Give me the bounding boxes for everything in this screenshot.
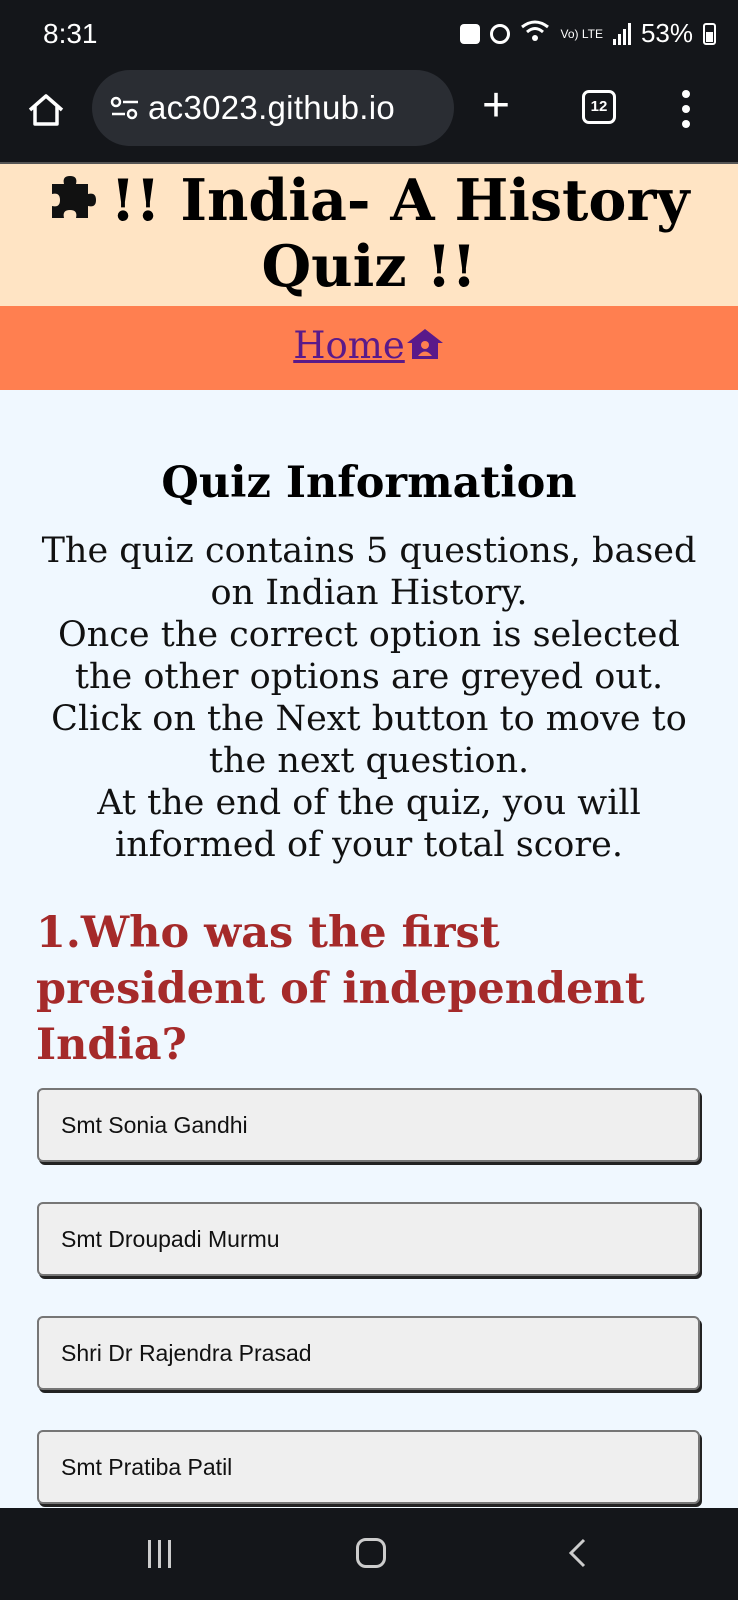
option-button[interactable]: Shri Dr Rajendra Prasad xyxy=(37,1316,700,1390)
status-icons: Vo) LTE 53% xyxy=(460,18,716,49)
nav-bar: Home xyxy=(0,306,738,390)
system-nav-bar xyxy=(0,1508,738,1600)
house-user-icon[interactable] xyxy=(405,327,445,361)
battery-percent: 53% xyxy=(640,18,693,48)
quiz-info-text: The quiz contains 5 questions, based on … xyxy=(30,530,708,866)
option-button[interactable]: Smt Sonia Gandhi xyxy=(37,1088,700,1162)
signal-icon xyxy=(612,22,631,45)
puzzle-icon xyxy=(52,176,97,218)
home-link-label[interactable]: Home xyxy=(293,324,405,367)
address-bar[interactable]: ac3023.github.io xyxy=(92,70,454,146)
quiz-info-title: Quiz Information xyxy=(161,458,577,508)
status-time: 8:31 xyxy=(43,18,98,49)
info-line: Once the correct option is selected the … xyxy=(58,615,680,697)
more-menu-icon[interactable] xyxy=(682,90,690,128)
back-icon[interactable] xyxy=(568,1538,586,1568)
page-title-text: !! India- A History Quiz !! xyxy=(110,167,690,300)
url-text[interactable]: ac3023.github.io xyxy=(148,89,395,127)
status-bar: 8:31 Vo) LTE 53% xyxy=(0,0,738,70)
volte-label: Vo) LTE xyxy=(560,26,603,41)
app-notification-icon xyxy=(460,23,481,44)
page-title: !! India- A History Quiz !! xyxy=(0,164,738,300)
browser-toolbar: ac3023.github.io + 12 xyxy=(0,70,738,164)
home-icon[interactable] xyxy=(24,88,68,132)
info-line: The quiz contains 5 questions, based on … xyxy=(41,531,697,613)
option-button[interactable]: Smt Droupadi Murmu xyxy=(37,1202,700,1276)
alarm-icon xyxy=(490,23,511,44)
tab-switcher-button[interactable]: 12 xyxy=(582,90,616,124)
wifi-icon xyxy=(520,19,550,49)
info-line: Click on the Next button to move to the … xyxy=(51,699,687,781)
home-link[interactable]: Home xyxy=(293,324,445,367)
question-text: 1.Who was the first president of indepen… xyxy=(36,908,645,1070)
new-tab-button[interactable]: + xyxy=(482,76,510,136)
site-header: !! India- A History Quiz !! xyxy=(0,164,738,306)
option-button[interactable]: Smt Pratiba Patil xyxy=(37,1430,700,1504)
battery-icon xyxy=(703,22,716,45)
info-line: At the end of the quiz, you will informe… xyxy=(97,783,641,865)
recents-icon[interactable] xyxy=(148,1540,171,1568)
system-home-icon[interactable] xyxy=(356,1538,386,1568)
site-settings-icon[interactable] xyxy=(110,96,140,120)
